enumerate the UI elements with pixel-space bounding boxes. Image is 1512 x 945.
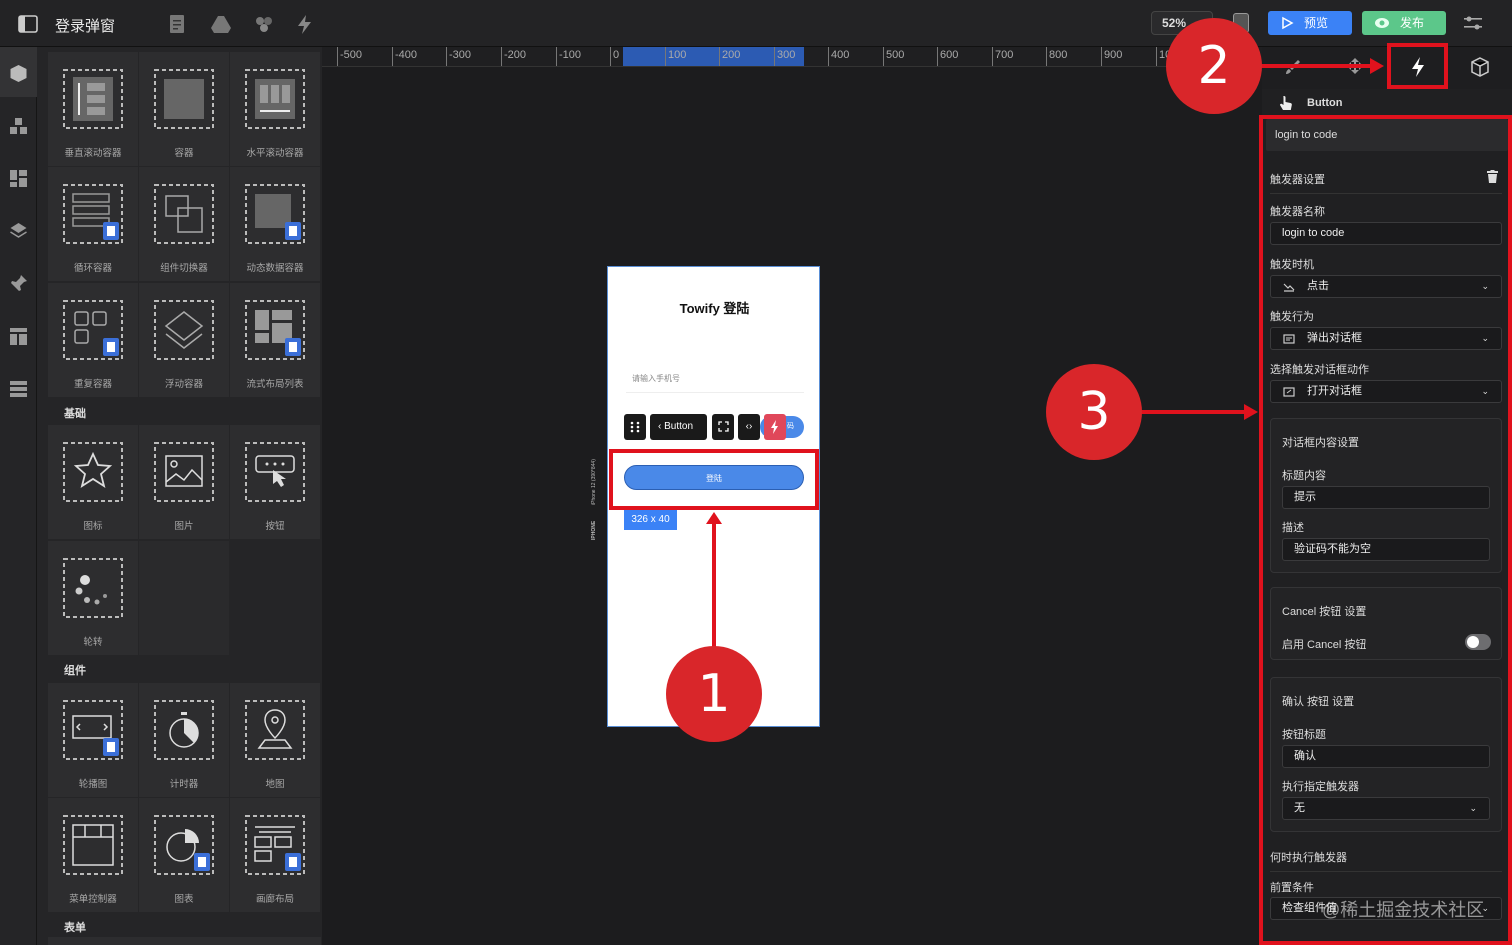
arrow-2-head: [1370, 58, 1384, 74]
arrow-1-head: [706, 512, 722, 524]
step-2-marker: 2: [1166, 18, 1262, 114]
step-3-marker: 3: [1046, 364, 1142, 460]
annotation-arrows: [706, 58, 1384, 652]
arrow-3-head: [1244, 404, 1258, 420]
watermark: @稀土掘金技术社区: [1322, 900, 1485, 920]
step-1-marker: 1: [666, 646, 762, 742]
